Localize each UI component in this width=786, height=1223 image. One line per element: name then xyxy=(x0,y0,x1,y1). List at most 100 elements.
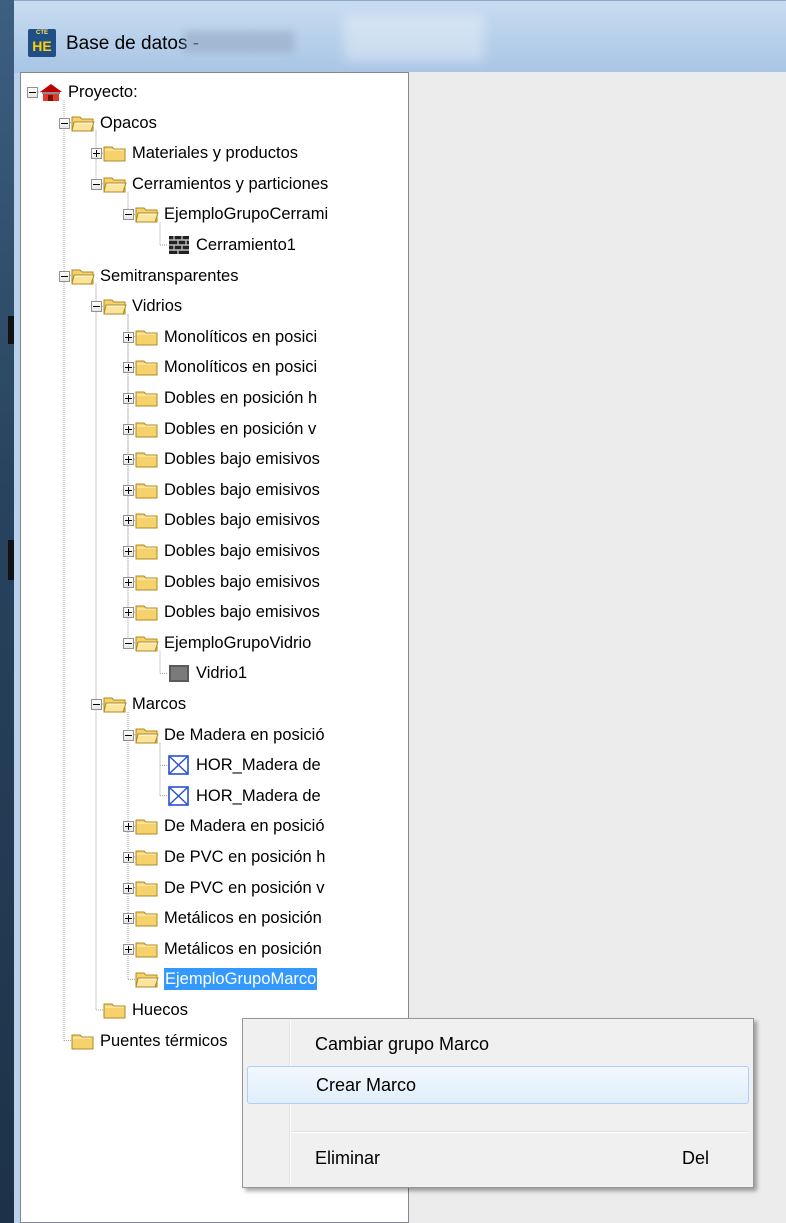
tree-node[interactable]: EjemploGrupoMarco xyxy=(135,964,318,994)
folder-icon xyxy=(135,541,159,561)
expand-plus-icon[interactable] xyxy=(123,484,134,496)
folder-icon xyxy=(135,510,159,530)
expand-plus-icon[interactable] xyxy=(123,882,134,894)
frame-icon xyxy=(167,785,191,806)
logo-he: HE xyxy=(32,38,52,54)
tree-node[interactable]: Vidrio1 xyxy=(167,658,247,688)
expand-plus-icon[interactable] xyxy=(123,913,134,925)
tree-node-label: HOR_Madera de xyxy=(196,756,321,775)
tree-node-label: Opacos xyxy=(100,113,157,132)
menu-item-eliminar[interactable]: Eliminar Del xyxy=(247,1139,749,1177)
tree-node[interactable]: Materiales y productos xyxy=(103,138,298,168)
tree-node[interactable]: Cerramientos y particiones xyxy=(103,169,328,199)
desktop-edge xyxy=(0,0,14,1223)
menu-item-label: Cambiar grupo Marco xyxy=(315,1033,490,1054)
tree-node[interactable]: De PVC en posición v xyxy=(135,873,325,903)
folder-open-icon xyxy=(135,725,159,745)
collapse-minus-icon[interactable] xyxy=(27,87,38,98)
tree-node[interactable]: Dobles en posición v xyxy=(135,414,316,444)
expand-plus-icon[interactable] xyxy=(123,546,134,557)
expand-plus-icon[interactable] xyxy=(123,454,134,466)
folder-icon xyxy=(135,449,159,469)
collapse-minus-icon[interactable] xyxy=(59,270,70,282)
tree-node[interactable]: EjemploGrupoVidrio xyxy=(135,628,311,658)
tree-node-label: Cerramiento1 xyxy=(196,236,296,254)
tree-node[interactable]: De Madera en posició xyxy=(135,811,325,841)
tree-node[interactable]: Dobles bajo emisivos xyxy=(135,505,320,535)
house-icon xyxy=(39,82,63,102)
tree-node[interactable]: Monolíticos en posici xyxy=(135,322,317,352)
tree-node-label: Vidrio1 xyxy=(196,664,248,683)
expand-plus-icon[interactable] xyxy=(123,607,134,619)
tree-node[interactable]: Dobles bajo emisivos xyxy=(135,567,320,597)
expand-plus-icon[interactable] xyxy=(123,362,134,374)
expand-plus-icon[interactable] xyxy=(123,943,134,955)
expand-plus-icon[interactable] xyxy=(91,148,102,160)
tree-node[interactable]: Semitransparentes xyxy=(71,261,239,291)
expand-plus-icon[interactable] xyxy=(123,852,134,863)
expand-plus-icon[interactable] xyxy=(123,423,134,435)
app-logo: CTE HE xyxy=(28,29,56,57)
tree-node-label: Monolíticos en posici xyxy=(164,327,318,346)
tree-node-label: Dobles en posición v xyxy=(164,419,317,438)
title-glass xyxy=(344,15,484,61)
tree-node[interactable]: HOR_Madera de xyxy=(167,781,321,811)
tree-node[interactable]: Vidrios xyxy=(103,291,182,321)
collapse-minus-icon[interactable] xyxy=(123,209,134,221)
folder-icon xyxy=(135,602,159,622)
tree-node[interactable]: Metálicos en posición xyxy=(135,934,322,964)
menu-item-shortcut: Del xyxy=(681,1147,709,1168)
tree-node[interactable]: Proyecto: xyxy=(39,77,138,107)
wall-icon xyxy=(167,235,191,255)
title-bar[interactable]: CTE HE Base de datos - xyxy=(14,0,786,73)
tree-node-label: Dobles bajo emisivos xyxy=(164,511,320,530)
tree-node-label: Metálicos en posición xyxy=(164,909,322,928)
folder-icon xyxy=(135,480,159,500)
tree-node[interactable]: Huecos xyxy=(103,995,188,1025)
tree-node[interactable]: Puentes térmicos xyxy=(71,1026,227,1056)
tree-node[interactable]: De PVC en posición h xyxy=(135,842,325,872)
tree-node[interactable]: De Madera en posició xyxy=(135,720,325,750)
folder-open-icon xyxy=(103,694,127,714)
folder-icon xyxy=(135,816,159,836)
tree-node-label: Dobles bajo emisivos xyxy=(164,542,320,560)
expand-plus-icon[interactable] xyxy=(123,821,134,833)
context-menu: Cambiar grupo Marco Crear Marco Eliminar… xyxy=(242,1018,754,1188)
expand-plus-icon[interactable] xyxy=(123,331,134,343)
collapse-minus-icon[interactable] xyxy=(123,729,134,741)
collapse-minus-icon[interactable] xyxy=(91,178,102,190)
expand-plus-icon[interactable] xyxy=(123,515,134,527)
tree-node[interactable]: Metálicos en posición xyxy=(135,903,322,933)
tree-node[interactable]: Dobles bajo emisivos xyxy=(135,444,320,474)
glass-icon xyxy=(167,663,191,683)
tree-node[interactable]: Monolíticos en posici xyxy=(135,352,317,382)
tree-node[interactable]: Dobles bajo emisivos xyxy=(135,597,320,627)
tree-node[interactable]: Marcos xyxy=(103,689,186,719)
expand-plus-icon[interactable] xyxy=(123,576,134,588)
tree-node-label: Dobles bajo emisivos xyxy=(164,603,320,622)
tree-node-label: Dobles bajo emisivos xyxy=(164,450,320,469)
collapse-minus-icon[interactable] xyxy=(91,699,102,710)
tree-node[interactable]: EjemploGrupoCerrami xyxy=(135,199,328,229)
folder-open-icon xyxy=(103,296,127,316)
collapse-minus-icon[interactable] xyxy=(59,117,70,129)
folder-icon xyxy=(135,388,159,408)
collapse-minus-icon[interactable] xyxy=(123,637,134,649)
tree-node-label: De Madera en posició xyxy=(164,817,325,836)
tree-node-label: Cerramientos y particiones xyxy=(132,174,329,193)
collapse-minus-icon[interactable] xyxy=(91,301,102,313)
tree-node[interactable]: Dobles en posición h xyxy=(135,383,317,413)
menu-item-cambiar-grupo[interactable]: Cambiar grupo Marco xyxy=(247,1025,749,1063)
tree-node[interactable]: Dobles bajo emisivos xyxy=(135,536,320,566)
tree-node[interactable]: HOR_Madera de xyxy=(167,750,321,780)
window-title: Base de datos - xyxy=(66,33,200,54)
tree-node-label: EjemploGrupoCerrami xyxy=(164,205,329,224)
folder-icon xyxy=(71,1031,95,1051)
expand-plus-icon[interactable] xyxy=(123,393,134,404)
menu-item-crear-marco[interactable]: Crear Marco xyxy=(247,1066,749,1104)
tree-node-label: Marcos xyxy=(132,695,187,713)
tree-node[interactable]: Cerramiento1 xyxy=(167,230,296,260)
tree-node[interactable]: Opacos xyxy=(71,108,157,138)
tree-node-label: Puentes térmicos xyxy=(100,1031,228,1050)
tree-node[interactable]: Dobles bajo emisivos xyxy=(135,475,320,505)
